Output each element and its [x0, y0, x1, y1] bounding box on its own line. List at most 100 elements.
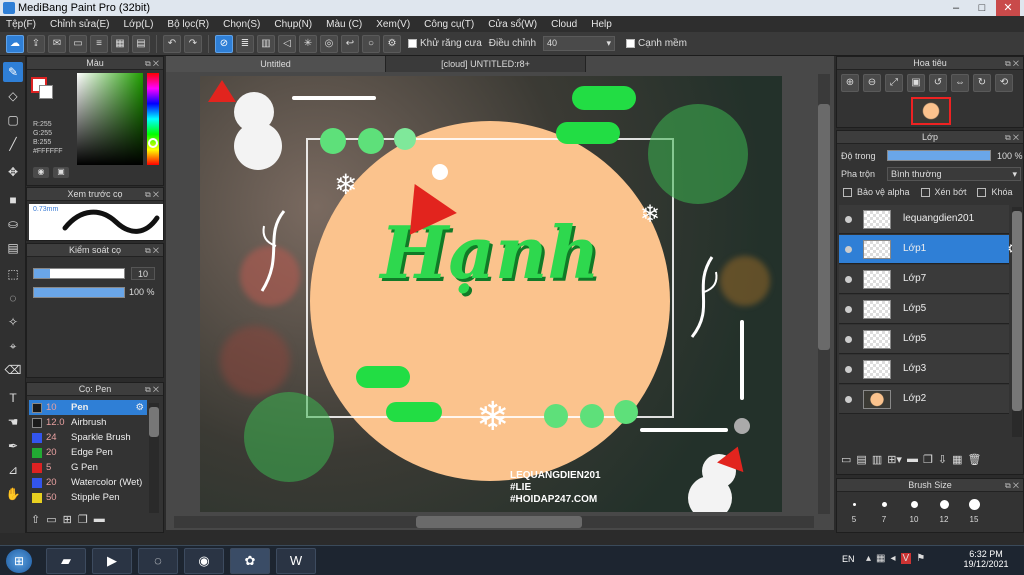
brush-size-5[interactable]: 5 — [839, 495, 869, 531]
panel-expand-icon[interactable]: ⧉ ✕ — [1005, 57, 1019, 70]
menu-color[interactable]: Màu (C) — [326, 19, 362, 30]
actual-size-icon[interactable]: ▣ — [907, 74, 925, 92]
brush-tool-icon[interactable]: ✎ — [3, 62, 23, 82]
brush-size-10[interactable]: 10 — [899, 495, 929, 531]
copy-brush-icon[interactable]: ❐ — [78, 513, 88, 526]
panel-expand-icon[interactable]: ⧉ ✕ — [145, 188, 159, 201]
color-palette-icon[interactable]: ▣ — [53, 167, 69, 178]
protect-alpha-checkbox[interactable] — [843, 187, 852, 197]
word-icon[interactable]: W — [276, 548, 316, 574]
brush-size-value[interactable]: 10 — [131, 267, 155, 280]
select-pen-icon[interactable]: ⌖ — [3, 336, 23, 356]
hue-slider[interactable] — [147, 73, 159, 165]
radial-snap-icon[interactable]: ✳ — [299, 34, 317, 53]
visibility-eye-icon[interactable] — [845, 336, 852, 343]
brush-item-edge-pen[interactable]: 20 Edge Pen — [29, 445, 147, 460]
brush-item-stipple[interactable]: 50 Stipple Pen — [29, 490, 147, 505]
add-layer-menu-icon[interactable]: ⊞▾ — [887, 453, 902, 466]
layer-row[interactable]: Lớp2 — [839, 385, 1009, 414]
layer-row[interactable]: Lớp7 — [839, 265, 1009, 294]
layer-row[interactable]: Lớp3 — [839, 355, 1009, 384]
tab-untitled[interactable]: Untitled — [166, 56, 386, 72]
clock[interactable]: 6:32 PM 19/12/2021 — [960, 549, 1012, 569]
menu-cloud[interactable]: Cloud — [551, 19, 577, 30]
brush-item-watercolor[interactable]: 20 Watercolor (Wet) — [29, 475, 147, 490]
delete-layer-icon[interactable]: 🗑 — [967, 453, 981, 466]
visibility-eye-icon[interactable] — [845, 306, 852, 313]
medibang-icon[interactable]: ✿ — [230, 548, 270, 574]
menu-select[interactable]: Chọn(S) — [223, 19, 260, 30]
vertical-scrollbar[interactable] — [818, 74, 830, 514]
visibility-eye-icon[interactable] — [845, 246, 852, 253]
start-button[interactable]: ⊞ — [6, 549, 32, 573]
tab-cloud-untitled[interactable]: [cloud] UNTITLED:r8+ — [386, 56, 586, 72]
scrollbar-thumb[interactable] — [1012, 211, 1022, 411]
panel-icon[interactable]: ▤ — [132, 34, 150, 53]
brush-item-airbrush[interactable]: 12.0 Airbrush — [29, 415, 147, 430]
document-icon[interactable]: ≡ — [90, 34, 108, 53]
brush-size-7[interactable]: 7 — [869, 495, 899, 531]
color-add-icon[interactable]: ◉ — [33, 167, 49, 178]
scrollbar-thumb[interactable] — [818, 104, 830, 350]
horizontal-scrollbar[interactable] — [174, 516, 814, 528]
vpn-icon[interactable]: V — [900, 553, 912, 564]
ruler-icon[interactable]: ⊿ — [3, 460, 23, 480]
circle-snap-icon[interactable]: ○ — [362, 34, 380, 53]
zoom-in-icon[interactable]: ⊕ — [841, 74, 859, 92]
concentric-snap-icon[interactable]: ◎ — [320, 34, 338, 53]
comment-icon[interactable]: ✉ — [48, 34, 66, 53]
hue-handle[interactable] — [148, 138, 158, 148]
new-8bit-layer-icon[interactable]: ▥ — [872, 453, 882, 466]
panel-expand-icon[interactable]: ⧉ ✕ — [1005, 479, 1019, 492]
layer-settings-icon[interactable]: ▦ — [952, 453, 962, 466]
layer-row[interactable]: Lớp5 — [839, 325, 1009, 354]
folder-icon[interactable]: ▬ — [94, 513, 105, 526]
menu-window[interactable]: Cửa sổ(W) — [488, 19, 537, 30]
brush-item-sparkle[interactable]: 24 Sparkle Brush — [29, 430, 147, 445]
brush-size-slider[interactable] — [33, 268, 125, 279]
tray-arrow-icon[interactable]: ▴ — [866, 553, 871, 564]
fit-icon[interactable]: ⤢ — [885, 74, 903, 92]
move-tool-icon[interactable]: ✥ — [3, 162, 23, 182]
eyedropper-icon[interactable]: ✒ — [3, 436, 23, 456]
panel-expand-icon[interactable]: ⧉ ✕ — [1005, 131, 1019, 144]
saturation-value-picker[interactable] — [77, 73, 143, 165]
layer-row-active[interactable]: Lớp1⚙ — [839, 235, 1019, 264]
menu-file[interactable]: Tệp(F) — [6, 19, 36, 30]
text-tool-icon[interactable]: T — [3, 388, 23, 408]
media-player-icon[interactable]: ▶ — [92, 548, 132, 574]
menu-tools[interactable]: Công cụ(T) — [424, 19, 474, 30]
close-button[interactable]: ✕ — [996, 0, 1020, 16]
brush-item-pen[interactable]: 10 Pen ⚙ — [29, 400, 147, 415]
layer-row[interactable]: Lớp5 — [839, 295, 1009, 324]
adjust-dropdown[interactable]: 40 ▾ — [543, 36, 616, 51]
scrollbar-thumb[interactable] — [149, 407, 159, 437]
snap-off-icon[interactable]: ⊘ — [215, 34, 233, 53]
gear-icon[interactable]: ⚙ — [135, 400, 144, 415]
soft-edge-checkbox[interactable] — [626, 39, 636, 48]
line-tool-icon[interactable]: ╱ — [3, 134, 23, 154]
visibility-eye-icon[interactable] — [845, 276, 852, 283]
magic-wand-icon[interactable]: ✧ — [3, 312, 23, 332]
brush-opacity-slider[interactable] — [33, 287, 125, 298]
lasso-icon[interactable]: ◌ — [3, 288, 23, 308]
layer-row[interactable]: lequangdien201 — [839, 205, 1009, 234]
redo-icon[interactable]: ↷ — [184, 34, 202, 53]
grid-icon[interactable]: ▦ — [111, 34, 129, 53]
navigator-thumbnail[interactable] — [911, 97, 951, 125]
volume-icon[interactable]: ◂ — [890, 553, 895, 564]
merge-down-icon[interactable]: ⇩ — [938, 453, 947, 466]
menu-view[interactable]: Xem(V) — [376, 19, 410, 30]
new-halftone-layer-icon[interactable]: ▤ — [856, 453, 866, 466]
menu-snap[interactable]: Chụp(N) — [274, 19, 312, 30]
network-icon[interactable]: ▦ — [876, 553, 885, 564]
chrome-icon[interactable]: ◉ — [184, 548, 224, 574]
file-explorer-icon[interactable]: ▰ — [46, 548, 86, 574]
brush-item-g-pen[interactable]: 5 G Pen — [29, 460, 147, 475]
rotate-left-icon[interactable]: ↺ — [929, 74, 947, 92]
duplicate-layer-icon[interactable]: ❐ — [923, 453, 933, 466]
action-center-icon[interactable]: ⚑ — [916, 553, 925, 564]
eraser-tool-icon[interactable]: ◇ — [3, 86, 23, 106]
clipping-checkbox[interactable] — [920, 187, 930, 197]
panel-expand-icon[interactable]: ⧉ ✕ — [145, 244, 159, 257]
